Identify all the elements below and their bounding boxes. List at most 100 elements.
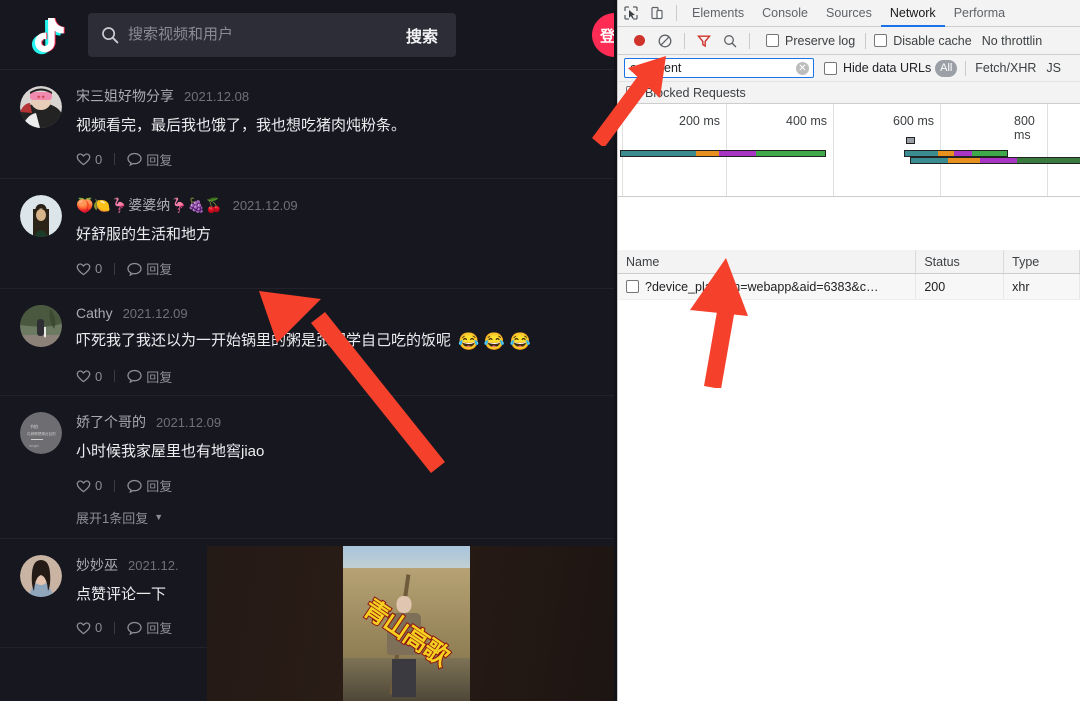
- reply-button[interactable]: 回复: [127, 618, 172, 637]
- avatar[interactable]: [20, 304, 62, 347]
- network-overview-timeline[interactable]: 200 ms 400 ms 600 ms 800 ms: [618, 104, 1080, 197]
- bar-segment: [755, 151, 825, 156]
- tab-network[interactable]: Network: [881, 0, 945, 27]
- tab-sources[interactable]: Sources: [817, 0, 881, 27]
- avatar[interactable]: ★★: [20, 86, 62, 128]
- comment-author[interactable]: 🍑🍋🦩婆婆纳🦩🍇🍒: [76, 195, 223, 215]
- overview-gridline: [1047, 104, 1048, 196]
- comment-item[interactable]: 🍑🍋🦩婆婆纳🦩🍇🍒 2021.12.09 好舒服的生活和地方 0 回复: [0, 179, 614, 289]
- cell-status: 200: [916, 274, 1005, 299]
- column-header-name[interactable]: Name: [618, 250, 917, 273]
- comment-text-body: 吓死我了我还以为一开始锅里的粥是张同学自己吃的饭呢: [76, 331, 452, 349]
- disable-cache-checkbox[interactable]: [874, 34, 888, 47]
- reply-label: 回复: [146, 369, 173, 385]
- row-checkbox[interactable]: [626, 280, 639, 293]
- comment-author[interactable]: 妙妙巫: [76, 555, 118, 575]
- svg-text:★★: ★★: [37, 95, 46, 101]
- devtools-tabbar: Elements Console Sources Network Perform…: [618, 0, 1080, 27]
- search-button[interactable]: 搜索: [398, 13, 456, 57]
- device-toolbar-icon[interactable]: [644, 0, 670, 26]
- comment-bubble-icon: [127, 153, 142, 167]
- filter-input-wrapper[interactable]: ✕: [624, 58, 814, 78]
- search-input[interactable]: [128, 26, 398, 43]
- reply-button[interactable]: 回复: [127, 476, 172, 495]
- tab-console[interactable]: Console: [753, 0, 817, 27]
- overview-request-bar: [904, 150, 1008, 157]
- inspect-element-icon[interactable]: [618, 0, 644, 26]
- divider: [114, 479, 116, 492]
- network-filterbar: ✕ Hide data URLs All Fetch/XHR JS: [618, 55, 1080, 82]
- table-row[interactable]: ?device_platform=webapp&aid=6383&c… 200 …: [618, 274, 1080, 300]
- overview-request-bar: [620, 150, 826, 157]
- record-button[interactable]: [626, 28, 652, 54]
- avatar[interactable]: [20, 195, 62, 238]
- preserve-log-checkbox[interactable]: [766, 34, 779, 47]
- column-header-type[interactable]: Type: [1004, 250, 1080, 273]
- reply-button[interactable]: 回复: [127, 367, 172, 386]
- preserve-log-toggle[interactable]: Preserve log: [766, 34, 855, 48]
- cell-name[interactable]: ?device_platform=webapp&aid=6383&c…: [618, 274, 917, 299]
- login-button[interactable]: 登录: [592, 13, 614, 57]
- comment-date: 2021.12.09: [232, 198, 298, 214]
- disable-cache-label: Disable cache: [893, 33, 972, 48]
- comment-date: 2021.12.: [128, 557, 179, 573]
- blocked-requests-label: Blocked Requests: [645, 85, 746, 100]
- reply-button[interactable]: 回复: [127, 150, 172, 169]
- douyin-logo-icon[interactable]: [14, 13, 70, 57]
- disable-cache-toggle[interactable]: Disable cache: [874, 34, 972, 48]
- reply-button[interactable]: 回复: [127, 259, 172, 278]
- divider: [114, 153, 116, 166]
- comment-actions: 0 回复: [76, 150, 594, 168]
- video-player-overlay[interactable]: 青山高歌: [207, 546, 614, 701]
- blocked-requests-checkbox[interactable]: [626, 86, 639, 99]
- comment-date: 2021.12.09: [122, 305, 188, 321]
- bar-segment: [911, 158, 949, 163]
- resource-type-fetch-xhr[interactable]: Fetch/XHR: [975, 61, 1036, 75]
- bar-segment: [953, 151, 973, 156]
- bar-segment: [621, 151, 697, 156]
- like-button[interactable]: 0: [76, 620, 102, 635]
- divider: [114, 370, 116, 383]
- screen-root: 搜索 登录 ★★: [0, 0, 1080, 701]
- network-toolbar: Preserve log Disable cache No throttlin: [618, 27, 1080, 55]
- like-count: 0: [95, 620, 103, 636]
- comment-author[interactable]: Cathy: [76, 305, 113, 321]
- heart-icon: [76, 622, 91, 635]
- comment-item[interactable]: 节拍 礼貌啊把精近目的 douyin 娇了个哥的 2021.12.09 小时候我…: [0, 396, 614, 539]
- devtools-panel: Elements Console Sources Network Perform…: [617, 0, 1080, 701]
- like-button[interactable]: 0: [76, 478, 102, 493]
- like-button[interactable]: 0: [76, 369, 102, 384]
- video-thumbnail[interactable]: 青山高歌: [343, 546, 470, 701]
- avatar[interactable]: [20, 554, 62, 597]
- like-button[interactable]: 0: [76, 261, 102, 276]
- filter-toggle-icon[interactable]: [691, 28, 717, 54]
- hide-data-urls-toggle[interactable]: Hide data URLs: [824, 61, 931, 75]
- like-button[interactable]: 0: [76, 152, 102, 167]
- blocked-requests-row: Blocked Requests: [618, 82, 1080, 104]
- comment-author[interactable]: 娇了个哥的: [76, 412, 146, 432]
- resource-type-all[interactable]: All: [935, 59, 958, 77]
- column-header-status[interactable]: Status: [916, 250, 1005, 273]
- avatar[interactable]: 节拍 礼貌啊把精近目的 douyin: [20, 412, 62, 455]
- comment-item[interactable]: ★★ 宋三姐好物分享 2021.12.08 视频看完，最后我也饿了，我也想吃猪肉…: [0, 70, 614, 180]
- overview-tick-400ms: 400 ms: [786, 114, 827, 128]
- comment-date: 2021.12.09: [156, 415, 222, 431]
- throttling-select[interactable]: No throttlin: [982, 34, 1042, 48]
- comment-date: 2021.12.08: [184, 89, 250, 104]
- expand-replies-button[interactable]: 展开1条回复 ▼: [76, 508, 163, 527]
- comment-item[interactable]: Cathy 2021.12.09 吓死我了我还以为一开始锅里的粥是张同学自己吃的…: [0, 289, 614, 397]
- clear-button[interactable]: [652, 28, 678, 54]
- filter-input[interactable]: [625, 61, 813, 75]
- search-bar[interactable]: 搜索: [88, 12, 456, 57]
- tab-performance[interactable]: Performa: [945, 0, 1014, 27]
- search-icon[interactable]: [717, 28, 743, 54]
- divider: [749, 32, 750, 49]
- divider: [684, 32, 685, 49]
- bar-segment: [972, 151, 1007, 156]
- resource-type-js[interactable]: JS: [1046, 61, 1061, 75]
- hide-data-urls-checkbox[interactable]: [824, 61, 837, 75]
- tab-elements[interactable]: Elements: [683, 0, 753, 27]
- comment-author[interactable]: 宋三姐好物分享: [76, 86, 174, 106]
- clear-filter-icon[interactable]: ✕: [796, 62, 809, 75]
- overview-tick-200ms: 200 ms: [679, 114, 720, 128]
